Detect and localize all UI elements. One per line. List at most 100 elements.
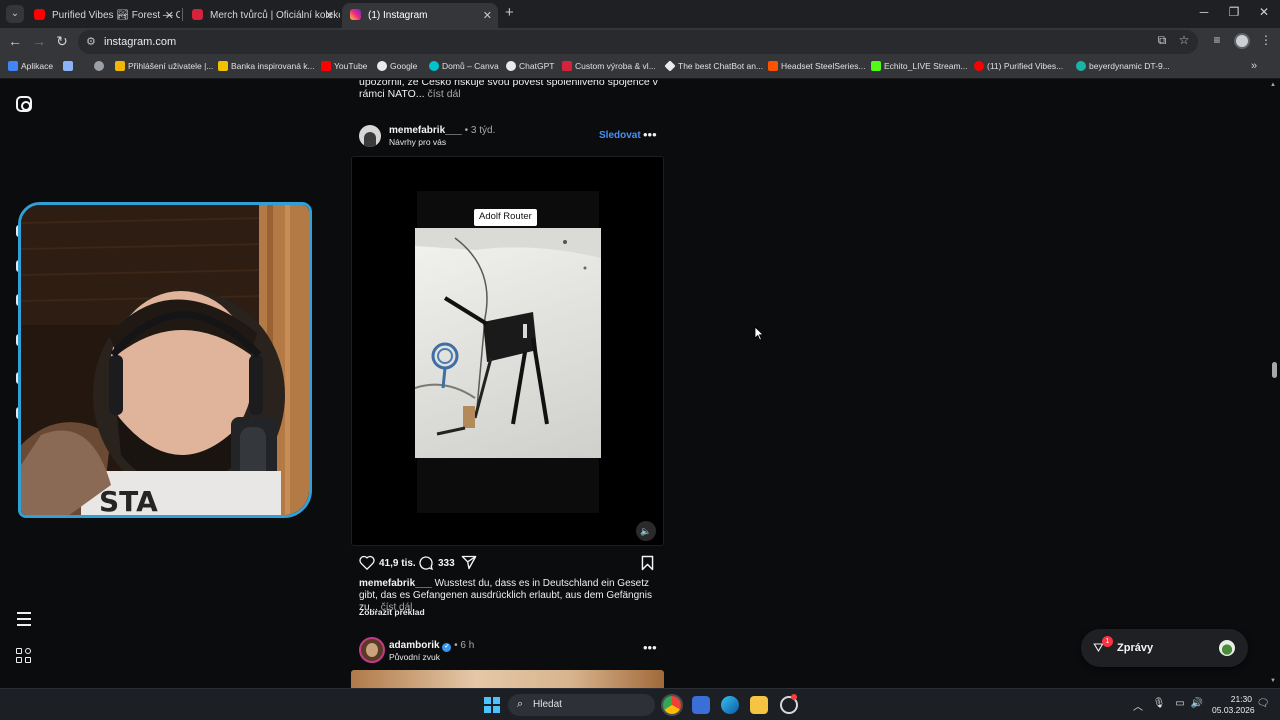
scroll-down-icon[interactable]: ▼ (1270, 678, 1276, 684)
bookmark-kick[interactable]: Echito_LIVE Stream... (871, 61, 968, 71)
bookmark-canva[interactable]: Domů – Canva (429, 61, 499, 71)
bookmark-apps[interactable]: Aplikace (8, 61, 53, 71)
post-time: • 3 týd. (461, 125, 496, 136)
router-photo (415, 228, 601, 458)
bank-icon (218, 61, 228, 71)
merch-icon (192, 9, 203, 20)
notification-dot (791, 694, 797, 700)
caption-username[interactable]: memefabrik___ (359, 578, 432, 589)
store-icon[interactable] (692, 696, 710, 714)
bookmark-chatgpt[interactable]: ChatGPT (506, 61, 554, 71)
close-icon[interactable]: ✕ (483, 9, 492, 22)
follow-button[interactable]: Sledovat (599, 130, 641, 141)
chrome-icon[interactable] (663, 696, 681, 714)
install-app-icon[interactable]: ⧉ (1154, 33, 1170, 48)
post-username[interactable]: adamborik ✓ • 6 h (389, 640, 474, 652)
mouse-cursor-icon (754, 326, 764, 341)
like-heart-icon[interactable] (359, 555, 375, 570)
tab-title: Merch tvůrců | Oficiální kolekce (210, 10, 340, 21)
post-actions: 41,9 tis. 333 (359, 554, 659, 574)
save-bookmark-icon[interactable] (641, 555, 654, 571)
minimize-button[interactable]: ─ (1194, 5, 1214, 19)
suggested-for-you: Návrhy pro vás (389, 137, 447, 147)
search-label: Hledat (533, 699, 562, 710)
messages-button[interactable]: ⛛ 1 Zprávy (1081, 629, 1248, 667)
instagram-page: STA upozornil, že Česko riskuje svou pov… (0, 80, 1280, 688)
windows-start-icon[interactable] (484, 697, 500, 713)
notifications-icon[interactable]: 🗨 (1256, 698, 1270, 709)
taskbar-search[interactable]: ⌕ Hledat (508, 694, 655, 716)
verified-badge-icon: ✓ (442, 643, 452, 652)
bookmark-google[interactable]: Google (377, 61, 417, 71)
close-icon[interactable]: ✕ (325, 9, 334, 22)
google-icon (377, 61, 387, 71)
bookmark-youtube[interactable]: YouTube (321, 61, 367, 71)
avatar[interactable] (359, 125, 381, 147)
bookmark-beyerdynamic[interactable]: beyerdynamic DT-9... (1076, 61, 1170, 71)
site-info-icon[interactable]: ⚙ (86, 35, 96, 48)
close-window-button[interactable]: ✕ (1254, 5, 1274, 19)
reload-button[interactable]: ↻ (54, 33, 70, 50)
tray-overflow-icon[interactable]: ︿ (1131, 698, 1145, 713)
tab-purified-vibes[interactable]: Purified Vibes 🏞 Forest — Chi ✕ (26, 3, 180, 28)
sound-toggle-icon[interactable]: 🔈 (636, 521, 656, 541)
scroll-thumb[interactable] (1272, 362, 1277, 378)
post-media[interactable]: Adolf Router 🔈 (351, 156, 664, 546)
sis-icon (115, 61, 125, 71)
more-menu-icon[interactable]: ⋮ (1258, 33, 1274, 47)
merch-icon (562, 61, 572, 71)
share-icon[interactable] (461, 555, 477, 570)
windows-taskbar: ⌕ Hledat ︿ 🎙 ▭ 🔊 21:30 05.03.2026 🗨 (0, 688, 1280, 720)
bookmark-star-icon[interactable]: ☆ (1176, 33, 1192, 47)
page-scrollbar[interactable]: ▲ ▼ (1268, 80, 1280, 688)
comment-icon[interactable] (418, 555, 434, 571)
tab-search-button[interactable]: ⌄ (6, 5, 24, 23)
bookmark-steelseries[interactable]: Headset SteelSeries... (768, 61, 866, 71)
new-tab-button[interactable]: + (505, 4, 519, 21)
profile-avatar[interactable] (1234, 33, 1250, 49)
original-audio-link[interactable]: Původní zvuk (389, 652, 440, 662)
media-controls-icon[interactable]: ≡ (1209, 33, 1225, 47)
comment-count[interactable]: 333 (438, 558, 455, 569)
bookmark-chatbot[interactable]: The best ChatBot an... (664, 60, 763, 72)
show-translation-link[interactable]: Zobrazit překlad (359, 607, 425, 617)
scroll-up-icon[interactable]: ▲ (1270, 82, 1276, 88)
diamond-icon (664, 60, 676, 72)
like-count[interactable]: 41,9 tis. (379, 558, 416, 569)
bookmark-custom-vyroba[interactable]: Custom výroba & vl... (562, 61, 656, 71)
bookmark-banka[interactable]: Banka inspirovaná k... (218, 61, 315, 71)
back-button[interactable]: ← (7, 33, 23, 49)
edge-icon[interactable] (721, 696, 739, 714)
youtube-icon (974, 61, 984, 71)
post-options-icon[interactable]: ••• (643, 127, 657, 142)
messages-label: Zprávy (1117, 642, 1154, 654)
system-clock[interactable]: 21:30 05.03.2026 (1212, 694, 1255, 716)
bookmark-prihlaseni[interactable]: Přihlášení uživatele |... (115, 61, 213, 71)
tab-merch[interactable]: Merch tvůrců | Oficiální kolekce ✕ (184, 3, 340, 28)
bookmarks-overflow-icon[interactable]: » (1251, 60, 1257, 72)
meme-caption-label: Adolf Router (474, 209, 537, 226)
post-username[interactable]: memefabrik___ • 3 týd. (389, 125, 495, 136)
volume-icon[interactable]: 🔊 (1190, 698, 1204, 709)
post-options-icon[interactable]: ••• (643, 640, 657, 655)
globe-icon (94, 61, 104, 71)
forward-button[interactable]: → (31, 33, 47, 49)
file-explorer-icon[interactable] (750, 696, 768, 714)
close-icon[interactable]: ✕ (165, 9, 174, 22)
post-media[interactable] (351, 670, 664, 688)
restore-button[interactable]: ❐ (1224, 5, 1244, 19)
bookmark-purified-vibes[interactable]: (11) Purified Vibes... (974, 61, 1063, 71)
address-bar[interactable]: ⚙ instagram.com (78, 30, 1198, 54)
clock-time: 21:30 (1230, 694, 1252, 704)
tab-instagram[interactable]: (1) Instagram ✕ (342, 3, 498, 28)
canva-icon (429, 61, 439, 71)
avatar[interactable] (359, 637, 385, 663)
read-more-link[interactable]: číst dál (427, 88, 460, 100)
tab-title: (1) Instagram (368, 10, 428, 21)
network-icon[interactable]: ▭ (1173, 698, 1187, 709)
microphone-icon[interactable]: 🎙 (1152, 698, 1166, 709)
also-from-meta-icon[interactable] (16, 648, 32, 664)
instagram-logo-icon[interactable] (16, 96, 32, 112)
more-menu-icon[interactable] (17, 612, 31, 630)
previous-post-caption: upozornil, že Česko riskuje svou pověst … (359, 80, 658, 100)
